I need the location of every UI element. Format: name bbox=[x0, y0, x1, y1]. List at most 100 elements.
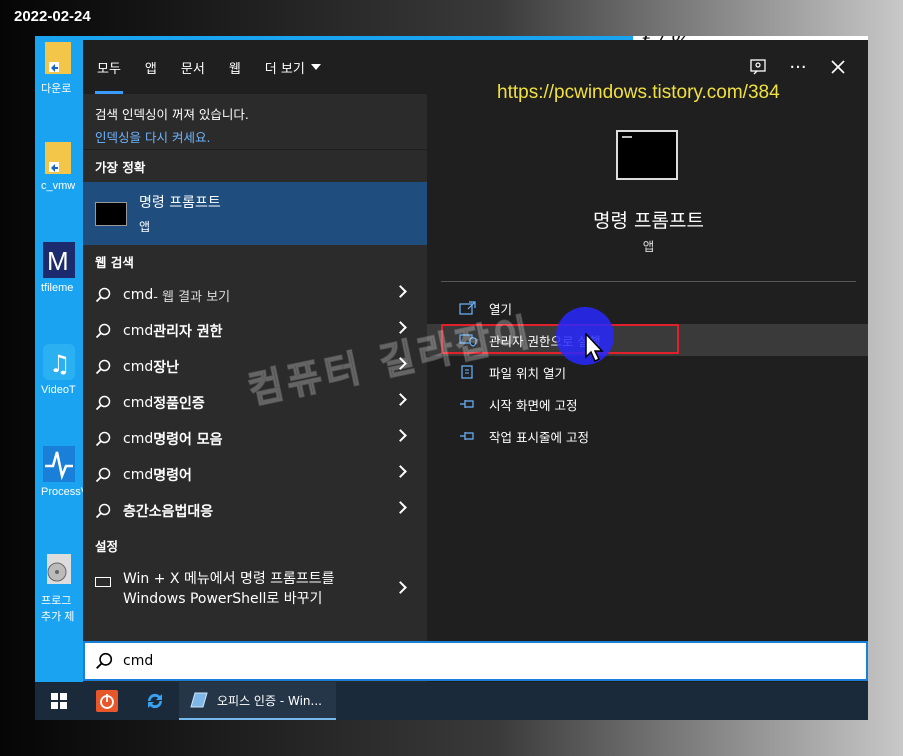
action-label: 작업 표시줄에 고정 bbox=[489, 429, 589, 445]
chevron-right-icon bbox=[394, 429, 407, 442]
screen: 다운로 c_vmw M tfileme ♫ VideoT ProcessV 프로… bbox=[35, 36, 868, 720]
search-input-value: cmd bbox=[123, 653, 154, 669]
m-app-icon: M bbox=[43, 242, 75, 278]
search-icon bbox=[95, 359, 111, 375]
more-options-button[interactable]: ··· bbox=[778, 47, 818, 87]
settings-item-line1: Win + X 메뉴에서 명령 프롬프트를 bbox=[123, 571, 335, 587]
desktop-icon-downloads[interactable]: 다운로 bbox=[41, 38, 87, 96]
close-button[interactable] bbox=[818, 47, 858, 87]
tab-more[interactable]: 더 보기 bbox=[265, 40, 321, 94]
taskbar: 오피스 인증 - Win... bbox=[35, 682, 868, 720]
power-icon bbox=[96, 690, 118, 712]
feedback-button[interactable] bbox=[738, 47, 778, 87]
tab-web[interactable]: 웹 bbox=[229, 40, 241, 94]
installer-icon bbox=[47, 554, 71, 584]
ellipsis-icon: ··· bbox=[789, 56, 807, 78]
search-icon bbox=[95, 323, 111, 339]
desktop-icon-label: 다운로 bbox=[41, 83, 72, 95]
indexing-notice-text: 검색 인덱싱이 꺼져 있습니다. bbox=[95, 107, 249, 122]
folder-icon bbox=[45, 42, 71, 74]
start-button[interactable] bbox=[35, 682, 83, 720]
web-result-row[interactable]: cmd - 웹 결과 보기 bbox=[83, 277, 427, 313]
desktop-icon-label: VideoT bbox=[41, 384, 76, 396]
preview-title: 명령 프롬프트 bbox=[593, 210, 704, 232]
chevron-right-icon bbox=[394, 581, 407, 594]
desktop-icon-label: tfileme bbox=[41, 282, 74, 294]
taskbar-app-office-activation[interactable]: 오피스 인증 - Win... bbox=[179, 682, 336, 720]
web-result-row[interactable]: cmd 명령어 bbox=[83, 457, 427, 493]
pin-icon bbox=[460, 432, 474, 440]
desktop-icon-vmware[interactable]: c_vmw bbox=[41, 138, 87, 192]
indexing-notice: 검색 인덱싱이 꺼져 있습니다. 인덱싱을 다시 켜세요. bbox=[83, 94, 427, 150]
windows-icon bbox=[51, 693, 67, 709]
web-result-row[interactable]: cmd 명령어 모음 bbox=[83, 421, 427, 457]
taskbar-power-app[interactable] bbox=[83, 682, 131, 720]
desktop-icon-programs[interactable]: 프로그 추가 제 bbox=[41, 550, 87, 624]
tab-all[interactable]: 모두 bbox=[95, 40, 123, 94]
best-match-heading: 가장 정확 bbox=[95, 159, 146, 175]
action-pin-to-taskbar[interactable]: 작업 표시줄에 고정 bbox=[427, 420, 868, 452]
search-icon bbox=[95, 503, 111, 519]
url-overlay: https://pcwindows.tistory.com/384 bbox=[497, 82, 780, 103]
best-match-item[interactable]: 명령 프롬프트 앱 bbox=[83, 182, 427, 245]
search-icon bbox=[95, 467, 111, 483]
search-icon bbox=[96, 652, 113, 669]
web-result-query: cmd bbox=[123, 359, 154, 375]
svg-text:M: M bbox=[47, 246, 69, 276]
tab-documents[interactable]: 문서 bbox=[181, 40, 205, 94]
command-prompt-large-icon bbox=[616, 130, 678, 180]
web-result-row[interactable]: 층간소음법대응 bbox=[83, 493, 427, 529]
search-icon bbox=[95, 287, 111, 303]
desktop-icon-label-2: 추가 제 bbox=[41, 611, 75, 623]
web-result-suggestion: 명령어 bbox=[153, 468, 192, 484]
desktop-icon-processv[interactable]: ProcessV bbox=[41, 444, 87, 498]
office-app-icon bbox=[190, 692, 208, 708]
tab-apps[interactable]: 앱 bbox=[145, 40, 157, 94]
web-result-query: cmd bbox=[123, 431, 154, 447]
desktop-icon-label: 프로그 bbox=[41, 595, 72, 607]
tab-more-label: 더 보기 bbox=[264, 61, 305, 77]
date-stamp: 2022-02-24 bbox=[14, 8, 91, 25]
feedback-icon bbox=[750, 59, 766, 75]
enable-indexing-link[interactable]: 인덱싱을 다시 켜세요. bbox=[95, 127, 415, 146]
web-result-query: cmd bbox=[123, 395, 154, 411]
desktop-icon-label: ProcessV bbox=[41, 486, 87, 498]
folder-icon bbox=[45, 142, 71, 174]
preview-header: 명령 프롬프트 앱 bbox=[441, 94, 856, 282]
desktop-icon-label: c_vmw bbox=[41, 180, 76, 192]
taskbar-sync-app[interactable] bbox=[131, 682, 179, 720]
web-result-query: cmd bbox=[123, 323, 154, 339]
pulse-app-icon bbox=[43, 446, 75, 482]
search-icon bbox=[95, 431, 111, 447]
action-pin-to-start[interactable]: 시작 화면에 고정 bbox=[427, 388, 868, 420]
web-result-suggestion: 명령어 모음 bbox=[153, 432, 223, 448]
search-input[interactable]: cmd bbox=[83, 641, 868, 681]
preview-pane: 명령 프롬프트 앱 열기 관리자 권한으로 실행 파일 위치 열기 시작 화면에… bbox=[427, 94, 868, 683]
web-result-suggestion: 장난 bbox=[153, 360, 179, 376]
taskbar-app-label: 오피스 인증 - Win... bbox=[217, 693, 322, 708]
web-result-suggestion: 정품인증 bbox=[153, 396, 205, 412]
monitor-icon bbox=[95, 577, 111, 587]
preview-type: 앱 bbox=[642, 239, 655, 254]
web-result-suggestion: 관리자 권한 bbox=[153, 324, 223, 340]
desktop-icon-videot[interactable]: ♫ VideoT bbox=[41, 342, 87, 396]
web-search-heading: 웹 검색 bbox=[95, 254, 134, 270]
chevron-right-icon bbox=[394, 465, 407, 478]
settings-item[interactable]: Win + X 메뉴에서 명령 프롬프트를 Windows PowerShell… bbox=[83, 561, 427, 617]
search-icon bbox=[95, 395, 111, 411]
web-result-suffix: - 웹 결과 보기 bbox=[153, 289, 231, 305]
chevron-down-icon bbox=[310, 64, 321, 70]
action-label: 시작 화면에 고정 bbox=[489, 397, 578, 413]
best-match-title: 명령 프롬프트 bbox=[139, 195, 221, 211]
mouse-cursor-icon bbox=[585, 333, 604, 363]
best-match-type: 앱 bbox=[139, 220, 151, 234]
chevron-right-icon bbox=[394, 393, 407, 406]
desktop-icon-tfileme[interactable]: M tfileme bbox=[41, 240, 87, 294]
chevron-right-icon bbox=[394, 285, 407, 298]
settings-item-line2: Windows PowerShell로 바꾸기 bbox=[123, 591, 323, 607]
action-label: 파일 위치 열기 bbox=[489, 365, 566, 381]
settings-heading: 설정 bbox=[95, 538, 119, 554]
svg-text:♫: ♫ bbox=[49, 350, 71, 378]
pin-icon bbox=[460, 400, 474, 408]
sync-icon bbox=[147, 693, 163, 709]
